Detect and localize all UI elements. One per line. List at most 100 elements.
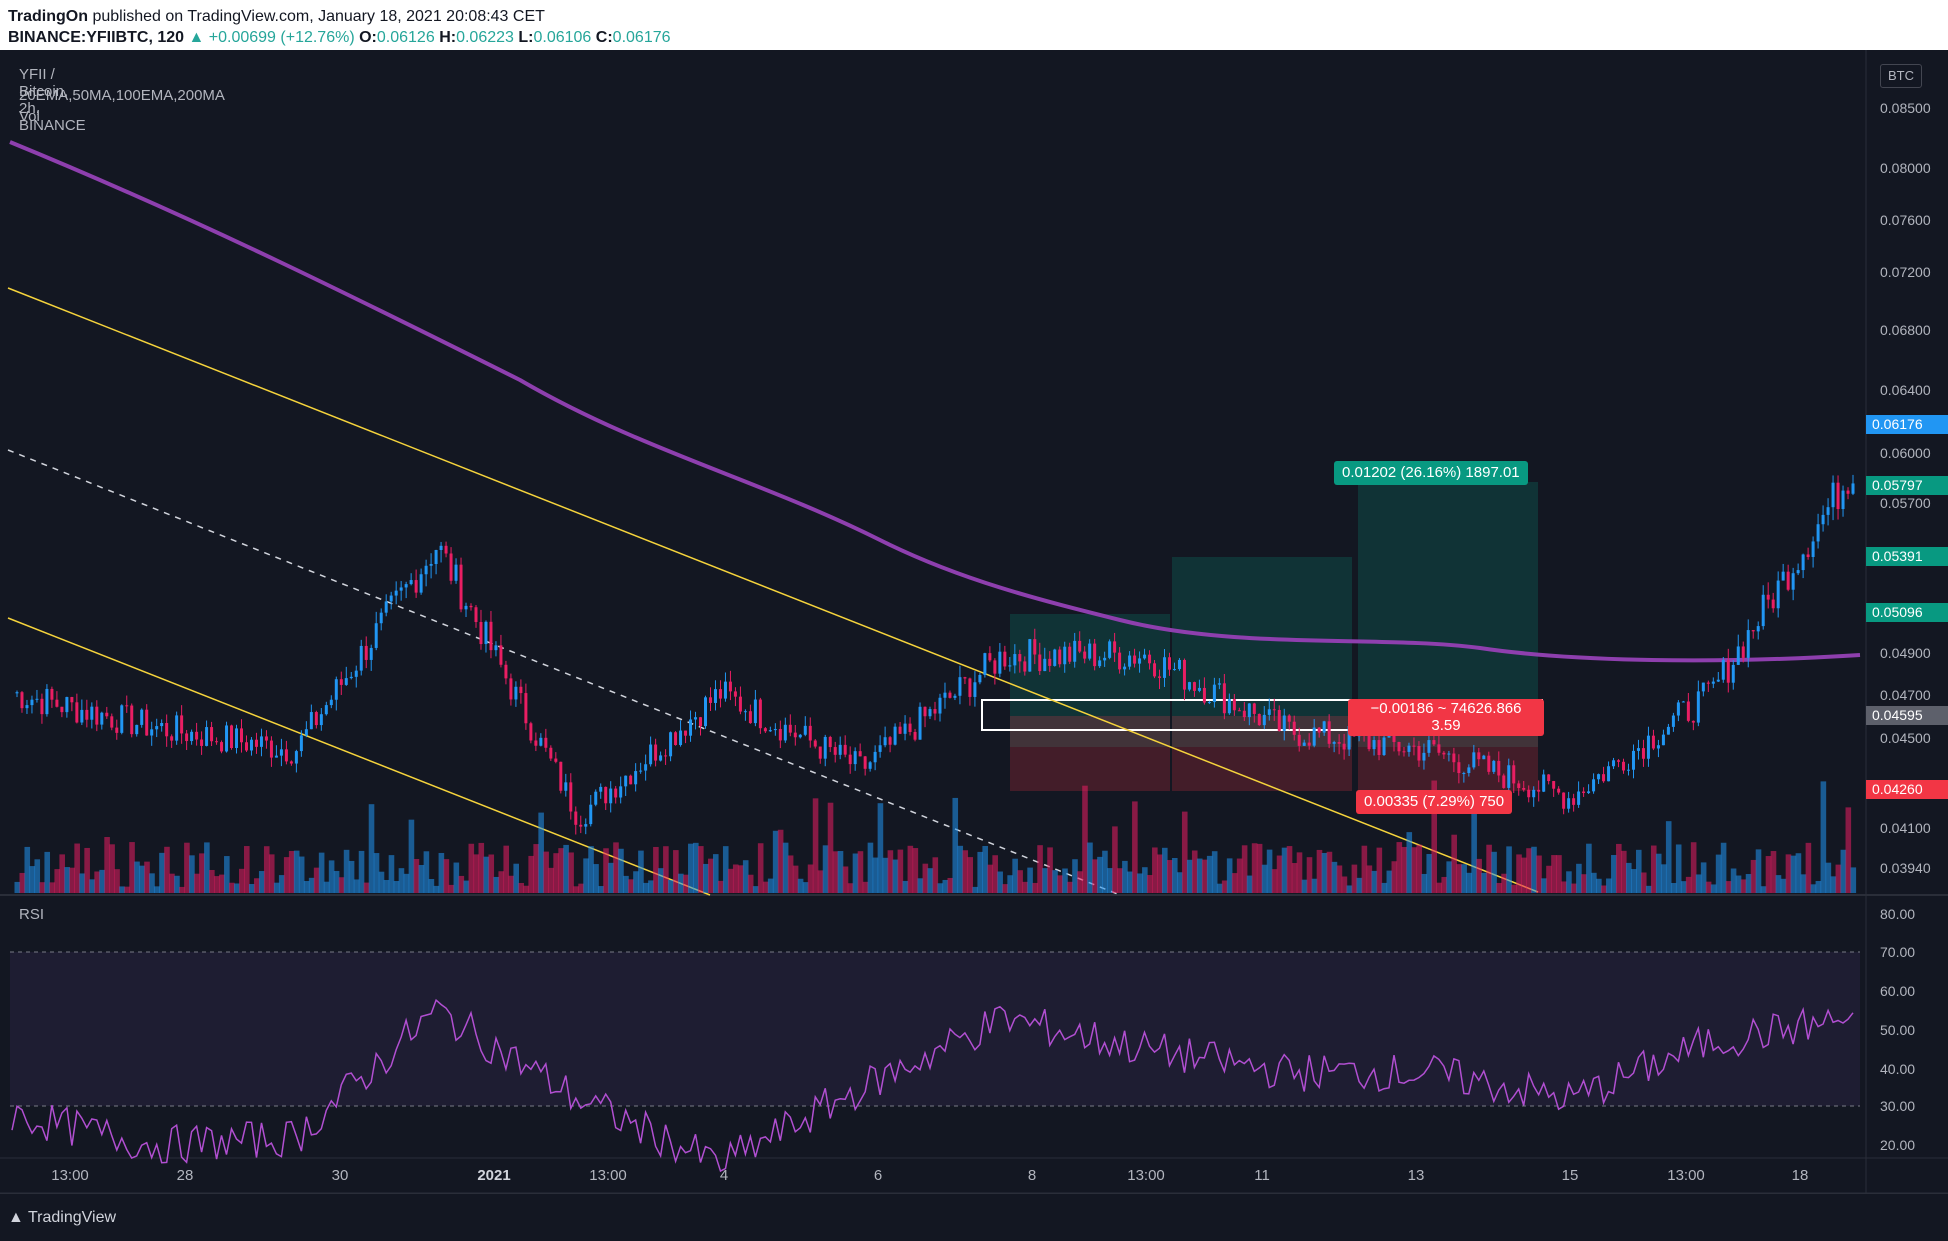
- candle-body: [843, 744, 847, 755]
- candle-body: [584, 824, 588, 827]
- volume-bar: [1845, 807, 1852, 893]
- volume-bar: [74, 843, 80, 893]
- candle-body: [1492, 760, 1496, 772]
- volume-bar: [293, 850, 300, 893]
- candle-body: [1422, 752, 1426, 761]
- price-tag: 0.05096: [1866, 603, 1948, 622]
- candle-body: [1447, 753, 1451, 755]
- volume-bar: [154, 886, 160, 893]
- volume-bar: [483, 856, 490, 893]
- indicator-list[interactable]: 20EMA,50MA,100EMA,200MA: [19, 87, 225, 104]
- volume-bar: [1171, 857, 1178, 893]
- candle-body: [1412, 745, 1416, 747]
- candle-body: [1073, 640, 1077, 662]
- volume-bar: [1700, 862, 1707, 893]
- candle-body: [1746, 630, 1750, 658]
- candle-body: [319, 714, 323, 726]
- volume-bar: [1261, 864, 1268, 893]
- candle-body: [918, 706, 922, 740]
- volume-bar: [897, 849, 904, 893]
- volume-label[interactable]: Vol: [19, 108, 40, 125]
- candle-body: [100, 712, 104, 725]
- candle-body: [259, 736, 263, 747]
- volume-bar: [538, 812, 544, 893]
- volume-bar: [1296, 852, 1303, 893]
- publisher-line: TradingOn published on TradingView.com, …: [8, 8, 545, 26]
- candle-body: [1207, 702, 1211, 704]
- candle-body: [1592, 779, 1596, 792]
- volume-bar: [1491, 851, 1497, 893]
- price-axis-tick: 0.08500: [1880, 100, 1931, 116]
- volume-bar: [448, 884, 455, 893]
- candle-body: [868, 762, 872, 769]
- volume-bar: [518, 882, 524, 893]
- volume-bar: [19, 872, 26, 893]
- volume-bar: [633, 871, 639, 893]
- volume-bar: [1032, 882, 1038, 893]
- candle-body: [1452, 753, 1456, 763]
- candle-body: [798, 734, 802, 738]
- candle-body: [449, 553, 453, 581]
- rsi-label[interactable]: RSI: [19, 906, 44, 923]
- volume-bar: [453, 862, 460, 893]
- currency-badge[interactable]: BTC: [1880, 64, 1922, 88]
- publisher-name[interactable]: TradingOn: [8, 8, 88, 25]
- volume-bar: [1316, 849, 1323, 893]
- volume-bar: [179, 886, 185, 893]
- volume-bar: [658, 868, 664, 893]
- volume-bar: [1286, 846, 1293, 893]
- volume-bar: [239, 868, 245, 893]
- candle-body: [878, 745, 882, 752]
- volume-bar: [1516, 854, 1522, 893]
- volume-bar: [408, 819, 415, 893]
- candle-body: [269, 740, 273, 758]
- candle-body: [1427, 740, 1431, 753]
- volume-bar: [678, 873, 684, 893]
- volume-bar: [1790, 855, 1797, 893]
- candle-body: [1756, 626, 1760, 632]
- candle-body: [858, 751, 862, 757]
- candle-body: [369, 647, 373, 660]
- volume-bar: [558, 848, 564, 893]
- candle-body: [354, 670, 358, 677]
- candle-body: [1656, 745, 1660, 749]
- volume-bar: [473, 854, 480, 893]
- volume-bar: [1052, 870, 1058, 893]
- volume-bar: [1007, 875, 1013, 893]
- volume-bar: [463, 880, 470, 893]
- candle-body: [409, 580, 413, 585]
- volume-bar: [1037, 845, 1043, 893]
- volume-bar: [1725, 881, 1732, 893]
- candle-body: [1158, 676, 1162, 678]
- price-chart-svg[interactable]: [0, 50, 1948, 1240]
- volume-bar: [727, 868, 734, 893]
- volume-bar: [288, 851, 295, 893]
- candle-body: [1217, 683, 1221, 685]
- candle-body: [813, 740, 817, 747]
- candle-body: [1836, 482, 1840, 510]
- candle-body: [743, 711, 747, 713]
- candle-body: [1123, 666, 1127, 670]
- tradingview-logo[interactable]: ▲ TradingView: [8, 1209, 116, 1227]
- candle-body: [75, 702, 79, 723]
- time-axis-tick: 2021: [477, 1167, 511, 1184]
- candle-body: [1277, 710, 1281, 731]
- volume-bar: [94, 871, 100, 893]
- candle-body: [1192, 682, 1196, 691]
- candle-body: [244, 742, 248, 751]
- candle-body: [898, 726, 902, 734]
- candle-body: [1831, 482, 1835, 508]
- candle-body: [1781, 571, 1785, 581]
- volume-bar: [79, 873, 85, 893]
- time-axis-tick: 6: [873, 1167, 883, 1184]
- volume-bar: [528, 855, 534, 893]
- volume-bar: [717, 880, 724, 893]
- candle-body: [504, 664, 508, 679]
- volume-bar: [1176, 872, 1183, 893]
- volume-bar: [1630, 869, 1637, 893]
- candle-body: [758, 699, 762, 729]
- volume-bar: [1660, 864, 1667, 893]
- volume-bar: [1526, 848, 1532, 893]
- candle-body: [1587, 791, 1591, 794]
- candle-body: [424, 565, 428, 575]
